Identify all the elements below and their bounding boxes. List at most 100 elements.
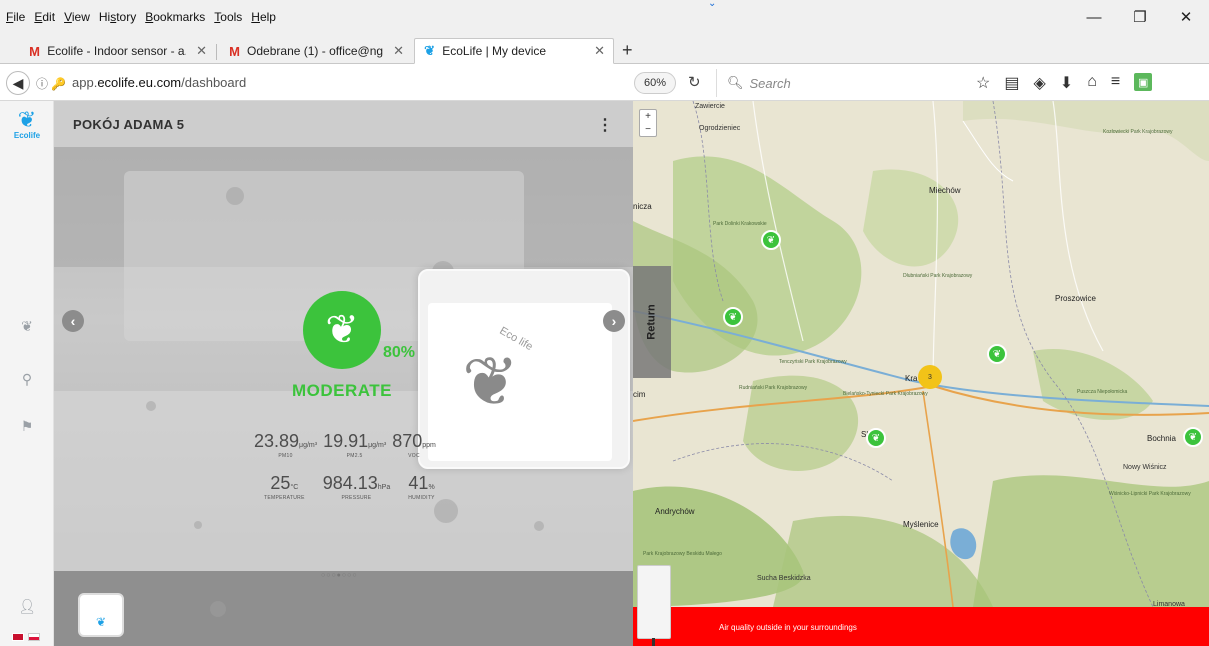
tab-title: Ecolife - Indoor sensor - a... (47, 44, 187, 58)
url-host: app. (72, 75, 98, 90)
extension-icon[interactable]: ▣ (1134, 73, 1153, 91)
menu-bookmarks[interactable]: Bookmarks (145, 10, 205, 24)
sensor-marker[interactable]: ❦ (866, 428, 886, 448)
bookmark-star-icon[interactable]: ☆ (976, 73, 990, 93)
download-icon[interactable]: ⬇ (1060, 73, 1073, 93)
metric-label: HUMIDITY (408, 495, 435, 501)
leaf-icon[interactable]: ❦ (17, 316, 37, 336)
metric-unit: ppm (422, 442, 436, 449)
zoom-out-button[interactable]: − (640, 123, 656, 136)
hamburger-menu-icon[interactable]: ≡ (1111, 73, 1120, 93)
site-info-icon[interactable]: ⓘ 🔑 (36, 75, 66, 92)
ecolife-logo[interactable]: ❦ Ecolife (10, 107, 44, 141)
map-park-label: Kozłowiecki Park Krajobrazowy (1103, 129, 1173, 135)
map-label: Sucha Beskidzka (757, 575, 811, 582)
close-window-button[interactable]: ✕ (1163, 0, 1209, 34)
map-park-label: Park Krajobrazowy Beskidu Małego (643, 551, 722, 557)
url-bar[interactable]: app.ecolife.eu.com/dashboard (72, 75, 246, 90)
pocket-icon[interactable]: ◈ (1033, 73, 1045, 93)
device-thumbnail[interactable]: ❦ (78, 593, 124, 637)
map-panel[interactable]: + − Return Zawiercie Ogrodzieniec Miechó… (633, 101, 1209, 646)
gmail-icon: M (29, 43, 41, 59)
window-controls: — ❐ ✕ (1071, 0, 1209, 34)
outdoor-sensor-image (637, 565, 671, 646)
toolbar-icons: ☆ ▤ ◈ ⬇ ⌂ ≡ ▣ (976, 73, 1153, 93)
menu-view[interactable]: View (64, 10, 90, 24)
metric-value: 25 (270, 473, 291, 493)
sensor-marker[interactable]: ❦ (761, 230, 781, 250)
bubble (210, 601, 226, 617)
close-tab-icon[interactable]: ✕ (393, 43, 404, 59)
back-button[interactable]: ◀ (6, 71, 30, 95)
menu-history[interactable]: History (99, 10, 136, 24)
metric-humidity: 41% HUMIDITY (408, 473, 435, 501)
return-button[interactable]: Return (633, 266, 671, 378)
tab-odebrane[interactable]: M Odebrane (1) - office@ng... ✕ (220, 38, 412, 64)
metric-unit: μg/m³ (299, 442, 318, 449)
minimize-button[interactable]: — (1071, 0, 1117, 34)
flag-icon[interactable]: ⚑ (17, 416, 37, 436)
search-icon: 🔍︎ (727, 75, 744, 90)
device-panel: POKÓJ ADAMA 5 ⋮ Eco life ❦ ‹ › ❦ 80% MOD… (54, 101, 633, 646)
sensor-cluster[interactable]: 3 (918, 365, 942, 389)
metric-pm10: 23.89μg/m³ PM10 (254, 431, 317, 459)
restore-button[interactable]: ❐ (1117, 0, 1163, 34)
zoom-indicator[interactable]: 60% (634, 72, 677, 94)
sensor-pole (652, 638, 655, 646)
flag-pl-icon[interactable] (28, 633, 40, 641)
metrics-panel: 23.89μg/m³ PM10 19.91μg/m³ PM2.5 870ppm … (254, 431, 436, 515)
more-options-icon[interactable]: ⋮ (597, 115, 613, 135)
tab-title: EcoLife | My devices (442, 44, 547, 58)
ecolife-icon: ❦ (424, 43, 436, 58)
metrics-row: 23.89μg/m³ PM10 19.91μg/m³ PM2.5 870ppm … (254, 431, 436, 459)
bubble (146, 401, 156, 411)
previous-arrow-button[interactable]: ‹ (62, 310, 84, 332)
menu-tools[interactable]: Tools (214, 10, 242, 24)
sidebar: ❦ Ecolife ❦ ⚲ ⚑ 👤︎ (0, 101, 54, 646)
gmail-icon: M (229, 43, 240, 59)
leaf-thumb-icon: ❦ (95, 615, 107, 629)
air-quality-percentage: 80% (383, 344, 416, 361)
reading-list-icon[interactable]: ▤ (1004, 73, 1019, 93)
user-icon[interactable]: 👤︎ (17, 596, 37, 616)
menu-list: File Edit View History Bookmarks Tools H… (6, 10, 276, 24)
close-tab-icon[interactable]: ✕ (594, 43, 605, 59)
leaf-logo-icon: ❦ (17, 107, 37, 132)
language-flags (12, 633, 40, 641)
zoom-in-button[interactable]: + (640, 110, 656, 123)
navigation-bar: ◀ ⓘ 🔑 app.ecolife.eu.com/dashboard 60% ↻… (0, 65, 1209, 101)
metric-value: 870 (392, 431, 423, 451)
flag-en-icon[interactable] (12, 633, 24, 641)
map-label: Proszowice (1055, 294, 1096, 303)
metric-label: PM10 (278, 453, 293, 459)
sensor-marker[interactable]: ❦ (723, 307, 743, 327)
home-icon[interactable]: ⌂ (1087, 73, 1097, 93)
map-park-label: Puszcza Niepołomicka (1077, 389, 1128, 395)
next-arrow-button[interactable]: › (603, 310, 625, 332)
metric-unit: hPa (377, 484, 391, 491)
menu-edit[interactable]: Edit (34, 10, 55, 24)
menu-file[interactable]: File (6, 10, 25, 24)
new-tab-button[interactable]: + (622, 40, 633, 61)
sensor-marker[interactable]: ❦ (1183, 427, 1203, 447)
location-pin-icon[interactable]: ⚲ (17, 369, 37, 389)
map-label: cim (633, 390, 646, 399)
metric-temperature: 25°C TEMPERATURE (264, 473, 305, 501)
tab-ecolife-devices[interactable]: ❦ EcoLife | My devices ✕ (414, 38, 614, 64)
tab-ecolife-indoor[interactable]: M Ecolife - Indoor sensor - a... ✕ (20, 38, 215, 64)
metrics-row: 25°C TEMPERATURE 984.13hPa PRESSURE 41% … (264, 473, 436, 501)
menu-bar: File Edit View History Bookmarks Tools H… (0, 0, 1209, 34)
search-input[interactable]: 🔍︎ Search (716, 69, 956, 97)
metric-unit: % (428, 484, 435, 491)
metric-label: TEMPERATURE (264, 495, 305, 501)
sensor-marker[interactable]: ❦ (987, 344, 1007, 364)
menu-help[interactable]: Help (251, 10, 276, 24)
metric-value: 984.13 (322, 473, 378, 493)
outdoor-air-text: Air quality outside in your surroundings (719, 623, 857, 632)
map-base (633, 101, 1209, 607)
carousel-pager[interactable]: ○○○●○○○ (321, 572, 358, 579)
reload-icon[interactable]: ↻ (688, 73, 701, 91)
close-tab-icon[interactable]: ✕ (196, 43, 207, 59)
map-label: Andrychów (655, 507, 695, 516)
outdoor-air-bar[interactable]: Air quality outside in your surroundings (633, 607, 1209, 646)
